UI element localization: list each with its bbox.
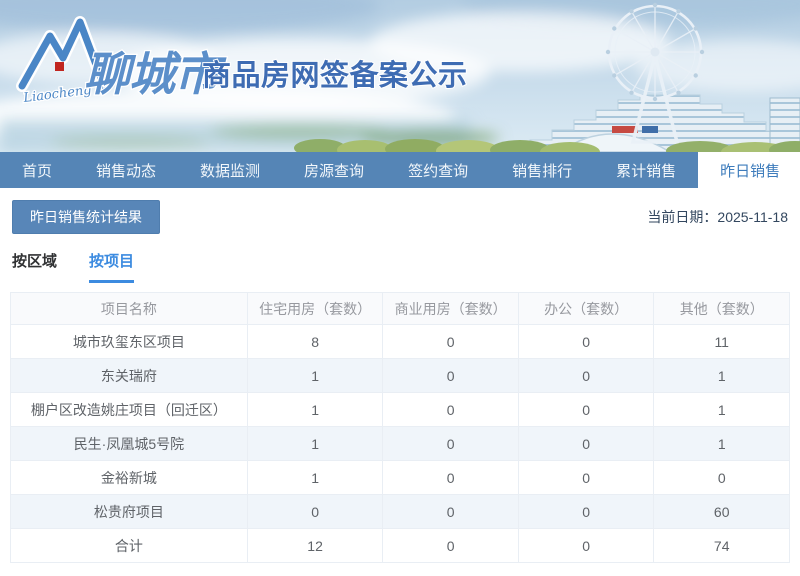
sales-result-table: 项目名称 住宅用房（套数） 商业用房（套数） 办公（套数） 其他（套数） 城市玖… [10,292,790,563]
nav-item-listing-query[interactable]: 房源查询 [282,152,386,188]
nav-item-contract-query[interactable]: 签约查询 [386,152,490,188]
office-cell: 0 [518,393,654,427]
other-cell: 1 [654,359,790,393]
project-name-cell: 棚户区改造姚庄项目（回迁区） [11,393,248,427]
total-other-cell: 74 [654,529,790,563]
residential-cell: 1 [247,427,383,461]
table-row: 金裕新城 1 0 0 0 [11,461,790,495]
office-cell: 0 [518,427,654,461]
nav-item-home[interactable]: 首页 [0,152,74,188]
nav-item-sales-activity[interactable]: 销售动态 [74,152,178,188]
residential-cell: 8 [247,325,383,359]
project-name-cell: 民生·凤凰城5号院 [11,427,248,461]
main-nav: 首页 销售动态 数据监测 房源查询 签约查询 销售排行 累计销售 昨日销售 合同… [0,152,800,188]
other-cell: 11 [654,325,790,359]
other-cell: 1 [654,427,790,461]
other-cell: 60 [654,495,790,529]
total-office-cell: 0 [518,529,654,563]
project-name-cell: 金裕新城 [11,461,248,495]
column-header-commercial: 商业用房（套数） [383,293,519,325]
tab-by-project[interactable]: 按项目 [89,250,134,283]
column-header-project-name: 项目名称 [11,293,248,325]
table-header-row: 项目名称 住宅用房（套数） 商业用房（套数） 办公（套数） 其他（套数） [11,293,790,325]
toolbar: 昨日销售统计结果 当前日期：2025-11-18 [12,200,788,234]
tab-by-region[interactable]: 按区域 [12,250,57,283]
nav-item-sales-ranking[interactable]: 销售排行 [490,152,594,188]
total-label-cell: 合计 [11,529,248,563]
current-date-value: 2025-11-18 [717,209,788,225]
column-header-other: 其他（套数） [654,293,790,325]
commercial-cell: 0 [383,359,519,393]
office-cell: 0 [518,359,654,393]
office-cell: 0 [518,461,654,495]
table-row: 东关瑞府 1 0 0 1 [11,359,790,393]
project-name-cell: 东关瑞府 [11,359,248,393]
commercial-cell: 0 [383,325,519,359]
logo-red-square [55,62,64,71]
building-sign-blue [642,126,658,133]
view-tabs: 按区域 按项目 [12,250,788,283]
residential-cell: 1 [247,359,383,393]
residential-cell: 1 [247,461,383,495]
residential-cell: 0 [247,495,383,529]
office-cell: 0 [518,325,654,359]
current-date: 当前日期：2025-11-18 [647,207,788,227]
total-commercial-cell: 0 [383,529,519,563]
column-header-office: 办公（套数） [518,293,654,325]
commercial-cell: 0 [383,427,519,461]
project-name-cell: 松贵府项目 [11,495,248,529]
table-row: 城市玖玺东区项目 8 0 0 11 [11,325,790,359]
header-scene: Liaocheng 聊城市 商品房网签备案公示 [0,0,800,152]
commercial-cell: 0 [383,393,519,427]
current-date-label: 当前日期： [647,209,717,225]
total-residential-cell: 12 [247,529,383,563]
table-row: 松贵府项目 0 0 0 60 [11,495,790,529]
table-row: 棚户区改造姚庄项目（回迁区） 1 0 0 1 [11,393,790,427]
nav-item-cumulative-sales[interactable]: 累计销售 [594,152,698,188]
project-name-cell: 城市玖玺东区项目 [11,325,248,359]
nav-item-yesterday-sales[interactable]: 昨日销售 [698,152,800,188]
table-row: 民生·凤凰城5号院 1 0 0 1 [11,427,790,461]
commercial-cell: 0 [383,461,519,495]
office-cell: 0 [518,495,654,529]
nav-item-data-monitor[interactable]: 数据监测 [178,152,282,188]
table-total-row: 合计 12 0 0 74 [11,529,790,563]
yesterday-sales-stats-button[interactable]: 昨日销售统计结果 [12,200,160,234]
other-cell: 1 [654,393,790,427]
banner-title: 商品房网签备案公示 [202,58,468,92]
site-header-banner: Liaocheng 聊城市 商品房网签备案公示 [0,0,800,152]
column-header-residential: 住宅用房（套数） [247,293,383,325]
other-cell: 0 [654,461,790,495]
residential-cell: 1 [247,393,383,427]
commercial-cell: 0 [383,495,519,529]
